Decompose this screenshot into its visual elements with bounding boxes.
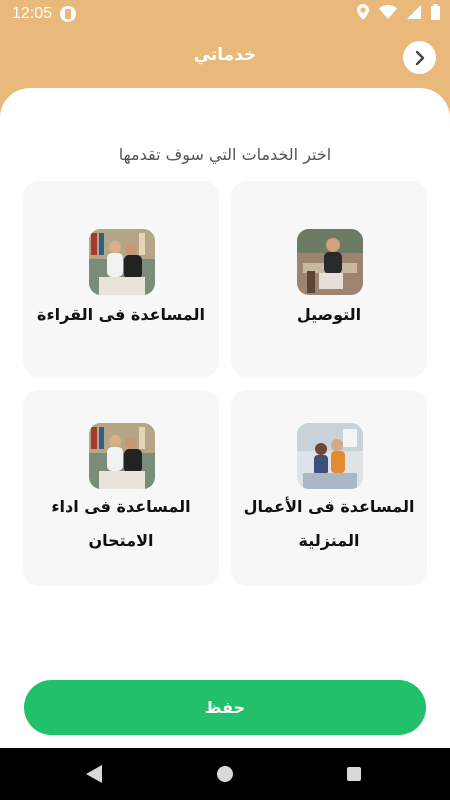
system-nav-bar (0, 748, 450, 800)
nav-back-icon[interactable] (86, 765, 102, 783)
save-button[interactable]: حفظ (24, 680, 426, 735)
delivery-photo (297, 229, 363, 295)
chevron-right-icon (415, 50, 424, 65)
wifi-icon (379, 5, 397, 19)
housework-help-photo (297, 423, 363, 489)
app-notification-icon (60, 6, 76, 22)
service-label: التوصيل (296, 305, 362, 324)
service-label: المساعدة فى اداء الامتحان (51, 497, 191, 550)
nav-recents-icon[interactable] (347, 767, 361, 781)
exam-help-photo (89, 423, 155, 489)
status-time: 12:05 (12, 5, 53, 22)
service-card-delivery[interactable]: التوصيل (231, 181, 427, 377)
reading-help-photo (89, 229, 155, 295)
service-label: المساعدة فى الأعمال المنزلية (243, 497, 415, 550)
service-card-exam-help[interactable]: المساعدة فى اداء الامتحان (23, 390, 219, 586)
nav-home-icon[interactable] (217, 766, 233, 782)
services-instruction: اختر الخدمات التي سوف تقدمها (118, 145, 332, 164)
page-title: خدماتي (193, 45, 257, 65)
signal-icon (407, 5, 421, 19)
top-bar: خدماتي (0, 28, 450, 88)
battery-icon (431, 4, 440, 20)
service-label: المساعدة فى القراءة (37, 305, 205, 324)
location-icon (357, 4, 369, 20)
status-bar: 12:05 (0, 0, 450, 28)
service-card-reading-help[interactable]: المساعدة فى القراءة (23, 181, 219, 377)
back-button[interactable] (403, 41, 436, 74)
service-card-housework-help[interactable]: المساعدة فى الأعمال المنزلية (231, 390, 427, 586)
